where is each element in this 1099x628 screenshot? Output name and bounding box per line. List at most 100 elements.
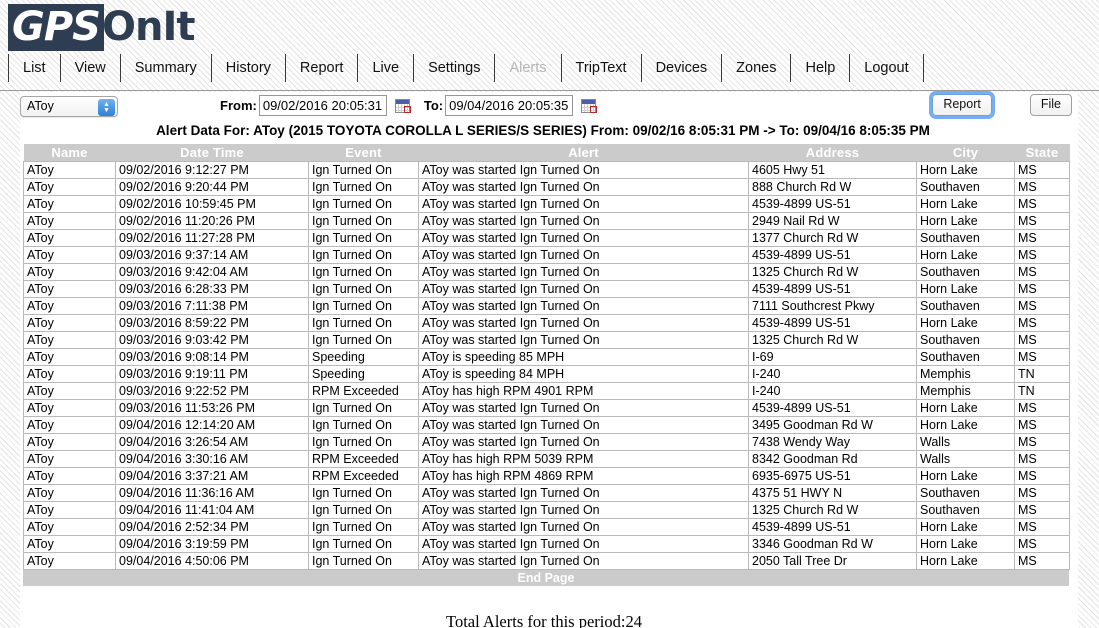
table-row[interactable]: AToy 09/04/2016 3:26:54 AM Ign Turned On AT…: [23, 433, 1070, 451]
calendar-icon-to[interactable]: [581, 98, 598, 113]
table-row[interactable]: AToy 09/03/2016 6:28:33 PM Ign Turned On AT…: [23, 280, 1070, 298]
table-row[interactable]: AToy 09/03/2016 8:59:22 PM Ign Turned On AT…: [23, 314, 1070, 332]
cell-name: AToy: [23, 365, 116, 383]
column-header-date-time[interactable]: Date Time: [115, 144, 309, 161]
cell-alert: AToy has high RPM 5039 RPM: [418, 450, 749, 468]
nav-item-zones[interactable]: Zones: [722, 54, 792, 82]
cell-name: AToy: [23, 382, 116, 400]
cell-date-time: 09/03/2016 9:42:04 AM: [115, 263, 309, 281]
cell-alert: AToy was started Ign Turned On: [418, 297, 749, 315]
alerts-table: Name Date Time Event Alert Address City State …: [23, 144, 1070, 570]
cell-name: AToy: [23, 433, 116, 451]
cell-state: MS: [1014, 297, 1070, 315]
column-header-event[interactable]: Event: [308, 144, 419, 161]
cell-name: AToy: [23, 484, 116, 502]
table-row[interactable]: AToy 09/03/2016 9:03:42 PM Ign Turned On AT…: [23, 331, 1070, 349]
cell-state: MS: [1014, 535, 1070, 553]
chevron-updown-icon[interactable]: ▲ ▼: [98, 99, 115, 116]
nav-item-settings[interactable]: Settings: [414, 54, 496, 82]
cell-alert: AToy was started Ign Turned On: [418, 416, 749, 434]
column-header-name[interactable]: Name: [23, 144, 116, 161]
from-date-input[interactable]: [258, 95, 387, 116]
cell-address: I-240: [748, 365, 917, 383]
cell-city: Horn Lake: [916, 212, 1015, 230]
report-button[interactable]: Report: [929, 91, 995, 119]
table-row[interactable]: AToy 09/04/2016 11:41:04 AM Ign Turned On A…: [23, 501, 1070, 519]
cell-alert: AToy was started Ign Turned On: [418, 552, 749, 570]
cell-name: AToy: [23, 178, 116, 196]
file-button[interactable]: File: [1029, 94, 1072, 116]
nav-item-report[interactable]: Report: [286, 54, 359, 82]
nav-item-summary[interactable]: Summary: [121, 54, 212, 82]
table-row[interactable]: AToy 09/03/2016 7:11:38 PM Ign Turned On AT…: [23, 297, 1070, 315]
table-row[interactable]: AToy 09/02/2016 9:12:27 PM Ign Turned On AT…: [23, 160, 1070, 179]
nav-item-devices[interactable]: Devices: [642, 54, 723, 82]
nav-item-list[interactable]: List: [8, 54, 61, 82]
table-row[interactable]: AToy 09/03/2016 9:19:11 PM Speeding AToy is…: [23, 365, 1070, 383]
cell-state: MS: [1014, 263, 1070, 281]
table-row[interactable]: AToy 09/02/2016 9:20:44 PM Ign Turned On AT…: [23, 178, 1070, 196]
cell-alert: AToy was started Ign Turned On: [418, 160, 749, 179]
cell-event: Ign Turned On: [308, 195, 419, 213]
nav-item-logout[interactable]: Logout: [850, 54, 924, 82]
logo-onit-text: OnIt: [101, 4, 195, 50]
cell-date-time: 09/04/2016 11:36:16 AM: [115, 484, 309, 502]
table-row[interactable]: AToy 09/03/2016 9:37:14 AM Ign Turned On AT…: [23, 246, 1070, 264]
table-row[interactable]: AToy 09/04/2016 12:14:20 AM Ign Turned On A…: [23, 416, 1070, 434]
calendar-icon-from[interactable]: [394, 98, 411, 113]
cell-state: MS: [1014, 212, 1070, 230]
cell-city: Southaven: [916, 297, 1015, 315]
nav-item-triptext[interactable]: TripText: [562, 54, 642, 82]
to-date-input[interactable]: [445, 95, 574, 116]
column-header-address[interactable]: Address: [748, 144, 917, 161]
column-header-city[interactable]: City: [916, 144, 1015, 161]
nav-item-live[interactable]: Live: [358, 54, 415, 82]
cell-event: Ign Turned On: [308, 263, 419, 281]
cell-address: 1377 Church Rd W: [748, 229, 917, 247]
cell-alert: AToy is speeding 84 MPH: [418, 365, 749, 383]
cell-state: MS: [1014, 229, 1070, 247]
table-row[interactable]: AToy 09/03/2016 11:53:26 PM Ign Turned On A…: [23, 399, 1070, 417]
table-row[interactable]: AToy 09/04/2016 3:37:21 AM RPM Exceeded ATo…: [23, 467, 1070, 485]
cell-event: Ign Turned On: [308, 518, 419, 536]
table-row[interactable]: AToy 09/02/2016 11:20:26 PM Ign Turned On A…: [23, 212, 1070, 230]
nav-item-history[interactable]: History: [212, 54, 286, 82]
cell-state: MS: [1014, 450, 1070, 468]
cell-date-time: 09/04/2016 11:41:04 AM: [115, 501, 309, 519]
cell-date-time: 09/03/2016 6:28:33 PM: [115, 280, 309, 298]
nav-item-alerts: Alerts: [495, 54, 562, 82]
table-row[interactable]: AToy 09/02/2016 10:59:45 PM Ign Turned On A…: [23, 195, 1070, 213]
nav-item-view[interactable]: View: [61, 54, 121, 82]
cell-date-time: 09/02/2016 10:59:45 PM: [115, 195, 309, 213]
cell-city: Horn Lake: [916, 535, 1015, 553]
table-row[interactable]: AToy 09/04/2016 2:52:34 PM Ign Turned On AT…: [23, 518, 1070, 536]
vehicle-select[interactable]: AToy ▲ ▼: [20, 96, 118, 117]
cell-name: AToy: [23, 518, 116, 536]
table-row[interactable]: AToy 09/03/2016 9:22:52 PM RPM Exceeded ATo…: [23, 382, 1070, 400]
table-row[interactable]: AToy 09/03/2016 9:42:04 AM Ign Turned On AT…: [23, 263, 1070, 281]
cell-alert: AToy was started Ign Turned On: [418, 399, 749, 417]
cell-alert: AToy was started Ign Turned On: [418, 518, 749, 536]
cell-event: Ign Turned On: [308, 178, 419, 196]
cell-state: MS: [1014, 467, 1070, 485]
cell-alert: AToy has high RPM 4869 RPM: [418, 467, 749, 485]
cell-address: 8342 Goodman Rd: [748, 450, 917, 468]
column-header-alert[interactable]: Alert: [418, 144, 749, 161]
table-row[interactable]: AToy 09/04/2016 11:36:16 AM Ign Turned On A…: [23, 484, 1070, 502]
table-row[interactable]: AToy 09/03/2016 9:08:14 PM Speeding AToy is…: [23, 348, 1070, 366]
site-logo[interactable]: GPSOnIt: [8, 4, 195, 51]
table-row[interactable]: AToy 09/04/2016 3:30:16 AM RPM Exceeded ATo…: [23, 450, 1070, 468]
cell-date-time: 09/03/2016 9:08:14 PM: [115, 348, 309, 366]
table-row[interactable]: AToy 09/02/2016 11:27:28 PM Ign Turned On A…: [23, 229, 1070, 247]
nav-item-help[interactable]: Help: [791, 54, 851, 82]
column-header-state[interactable]: State: [1014, 144, 1070, 161]
cell-state: MS: [1014, 348, 1070, 366]
table-row[interactable]: AToy 09/04/2016 3:19:59 PM Ign Turned On AT…: [23, 535, 1070, 553]
cell-alert: AToy was started Ign Turned On: [418, 433, 749, 451]
table-row[interactable]: AToy 09/04/2016 4:50:06 PM Ign Turned On AT…: [23, 552, 1070, 570]
cell-name: AToy: [23, 263, 116, 281]
cell-address: 4539-4899 US-51: [748, 280, 917, 298]
cell-date-time: 09/03/2016 8:59:22 PM: [115, 314, 309, 332]
cell-address: 4539-4899 US-51: [748, 314, 917, 332]
cell-city: Horn Lake: [916, 518, 1015, 536]
